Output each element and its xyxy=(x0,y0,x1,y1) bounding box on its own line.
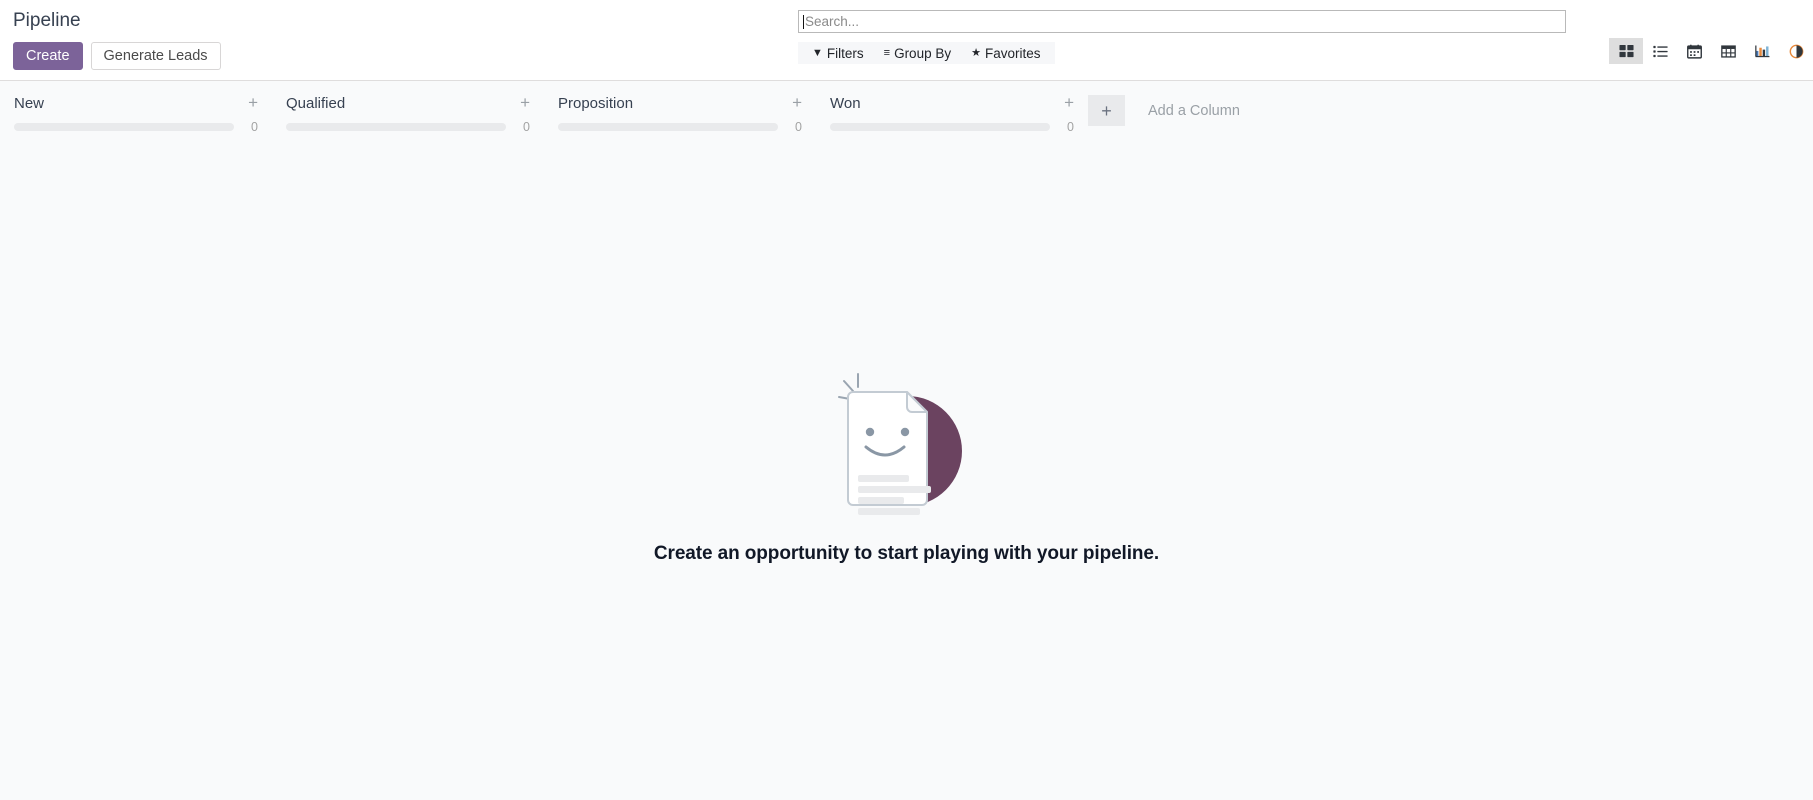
kanban-view: New + 0 Qualified + 0 Proposition + 0 Wo… xyxy=(0,81,1813,800)
kanban-column-won-count: 0 xyxy=(1067,120,1074,134)
filter-menu-bar: ▼ Filters ≡ Group By ★ Favorites xyxy=(798,42,1055,64)
kanban-column-won-title: Won xyxy=(830,95,861,112)
kanban-column-new-bottom: 0 xyxy=(0,112,272,133)
kanban-column-new-top: New + xyxy=(0,94,272,112)
kanban-column-proposition-top: Proposition + xyxy=(544,94,816,112)
kanban-column-new[interactable]: New + 0 xyxy=(0,81,272,133)
doc-line-4 xyxy=(857,508,920,515)
doc-line-3 xyxy=(857,497,904,504)
add-column-label: Add a Column xyxy=(1148,102,1240,119)
kanban-column-qualified-top: Qualified + xyxy=(272,94,544,112)
bar-chart-icon xyxy=(1754,45,1769,57)
cohort-clock-icon xyxy=(1789,44,1803,58)
view-switcher-calendar[interactable] xyxy=(1677,38,1711,64)
filters-menu[interactable]: ▼ Filters xyxy=(802,42,874,64)
doc-line-2 xyxy=(857,486,931,493)
kanban-icon xyxy=(1618,44,1634,57)
search-input[interactable] xyxy=(805,11,1561,32)
kanban-column-new-title: New xyxy=(14,95,45,112)
kanban-column-qualified-add-icon[interactable]: + xyxy=(520,94,530,111)
kanban-column-qualified-count: 0 xyxy=(523,120,530,134)
kanban-column-qualified-title: Qualified xyxy=(286,95,346,112)
kanban-column-won-bottom: 0 xyxy=(816,112,1088,133)
left-eye xyxy=(865,427,874,437)
kanban-column-won-add-icon[interactable]: + xyxy=(1064,94,1074,111)
kanban-column-qualified-bottom: 0 xyxy=(272,112,544,133)
calendar-icon xyxy=(1686,44,1702,59)
kanban-column-proposition-add-icon[interactable]: + xyxy=(792,94,802,111)
group-by-menu-label: Group By xyxy=(894,45,952,61)
kanban-column-proposition-count: 0 xyxy=(795,120,802,134)
text-caret xyxy=(803,14,804,29)
kanban-column-won[interactable]: Won + 0 xyxy=(816,81,1088,133)
empty-state: Create an opportunity to start playing w… xyxy=(0,371,1813,565)
kanban-column-proposition[interactable]: Proposition + 0 xyxy=(544,81,816,133)
kanban-column-new-count: 0 xyxy=(251,120,258,134)
funnel-icon: ▼ xyxy=(812,46,823,59)
control-panel-left: Pipeline Create Generate Leads xyxy=(0,0,221,70)
kanban-column-proposition-bottom: 0 xyxy=(544,112,816,133)
kanban-column-qualified[interactable]: Qualified + 0 xyxy=(272,81,544,133)
view-switcher-cohort[interactable] xyxy=(1779,38,1813,64)
star-icon: ★ xyxy=(971,46,981,59)
empty-state-message: Create an opportunity to start playing w… xyxy=(653,543,1160,564)
kanban-column-new-progressbar[interactable] xyxy=(14,123,234,131)
kanban-column-new-add-icon[interactable]: + xyxy=(248,94,258,111)
filters-menu-label: Filters xyxy=(826,45,864,61)
empty-state-illustration xyxy=(837,373,962,515)
kanban-column-proposition-progressbar[interactable] xyxy=(558,123,778,131)
kanban-column-won-progressbar[interactable] xyxy=(830,123,1050,131)
add-column-control[interactable]: + Add a Column xyxy=(1088,95,1240,126)
view-switcher-kanban[interactable] xyxy=(1609,38,1643,64)
control-panel: Pipeline Create Generate Leads ▼ Filters… xyxy=(0,0,1813,81)
favorites-menu[interactable]: ★ Favorites xyxy=(961,42,1050,64)
action-button-row: Create Generate Leads xyxy=(0,33,221,70)
kanban-column-proposition-title: Proposition xyxy=(558,95,634,112)
create-button[interactable]: Create xyxy=(13,42,83,70)
hamburger-icon: ≡ xyxy=(883,46,891,59)
right-eye xyxy=(900,427,909,437)
list-icon xyxy=(1652,45,1668,57)
kanban-column-qualified-progressbar[interactable] xyxy=(286,123,506,131)
view-switcher-list[interactable] xyxy=(1643,38,1677,64)
search-box[interactable] xyxy=(798,10,1566,33)
page-title: Pipeline xyxy=(13,10,81,31)
add-column-button[interactable]: + xyxy=(1088,95,1125,126)
pivot-table-icon xyxy=(1720,44,1736,58)
favorites-menu-label: Favorites xyxy=(984,45,1041,61)
breadcrumb: Pipeline xyxy=(0,0,221,33)
plus-icon: + xyxy=(1101,100,1112,121)
doc-line-1 xyxy=(857,475,909,482)
view-switcher-pivot[interactable] xyxy=(1711,38,1745,64)
kanban-column-header-row: New + 0 Qualified + 0 Proposition + 0 Wo… xyxy=(0,81,1813,139)
search-panel: ▼ Filters ≡ Group By ★ Favorites xyxy=(798,10,1566,64)
view-switcher-graph[interactable] xyxy=(1745,38,1779,64)
group-by-menu[interactable]: ≡ Group By xyxy=(874,42,961,64)
kanban-column-won-top: Won + xyxy=(816,94,1088,112)
view-switcher xyxy=(1609,38,1813,64)
generate-leads-button[interactable]: Generate Leads xyxy=(90,42,221,70)
